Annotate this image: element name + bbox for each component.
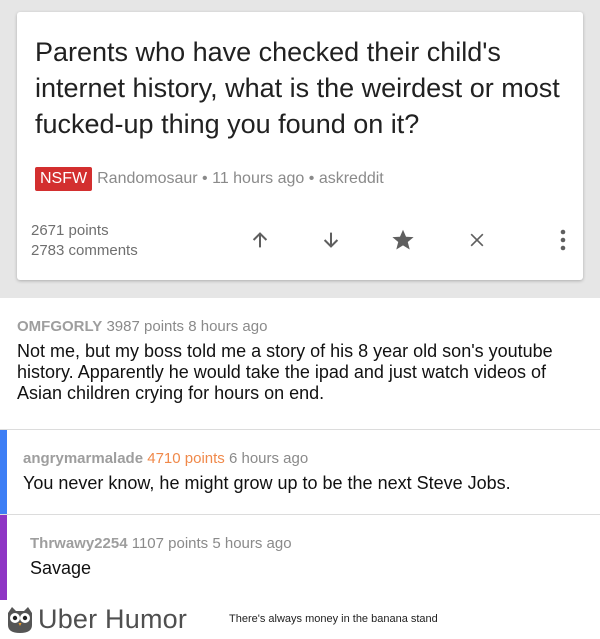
comment-list: OMFGORLY 3987 points 8 hours ago Not me,…: [0, 298, 600, 600]
points-count: 2671 points: [31, 222, 109, 239]
comment-time: 8 hours ago: [188, 318, 268, 335]
comment-author[interactable]: Thrwawy2254: [30, 535, 128, 552]
comment-author[interactable]: OMFGORLY: [17, 318, 102, 335]
comment-body: You never know, he might grow up to be t…: [23, 473, 511, 493]
comment-points: 1107 points: [131, 535, 209, 552]
comment-body: Savage: [30, 558, 92, 578]
comment-time: 5 hours ago: [212, 535, 292, 552]
comment-body: Not me, but my boss told me a story of h…: [17, 341, 553, 403]
comment-header: angrymarmalade 4710 points 6 hours ago: [23, 450, 580, 467]
upvote-button[interactable]: [245, 226, 275, 254]
post-title[interactable]: Parents who have checked their child's i…: [35, 34, 565, 142]
comment-points: 4710 points: [147, 450, 225, 467]
tagline: There's always money in the banana stand: [229, 613, 438, 625]
downvote-icon: [323, 232, 339, 248]
watermark-footer: Uber Humor There's always money in the b…: [0, 600, 600, 639]
brand-name: Uber Humor: [38, 604, 188, 634]
comment-divider: [0, 429, 600, 430]
comments-count[interactable]: 2783 comments: [31, 241, 138, 261]
downvote-button[interactable]: [316, 226, 346, 254]
post-stats: 2671 points 2783 comments: [31, 221, 138, 261]
comment-divider: [0, 514, 600, 515]
save-button[interactable]: [388, 226, 418, 254]
comment-item[interactable]: Thrwawy2254 1107 points 5 hours ago Sava…: [0, 535, 600, 579]
post-card[interactable]: Parents who have checked their child's i…: [17, 12, 583, 280]
comment-time: 6 hours ago: [228, 450, 309, 467]
post-meta: Randomosaur • 11 hours ago • askreddit: [97, 170, 384, 187]
hide-button[interactable]: [462, 226, 492, 254]
comment-author[interactable]: angrymarmalade: [23, 450, 143, 467]
star-icon: [392, 229, 414, 250]
comment-item[interactable]: OMFGORLY 3987 points 8 hours ago Not me,…: [0, 318, 600, 404]
more-button[interactable]: [548, 226, 578, 254]
more-vert-icon: [560, 229, 566, 251]
close-icon: [470, 233, 484, 247]
comment-header: OMFGORLY 3987 points 8 hours ago: [17, 318, 570, 335]
upvote-icon: [252, 232, 268, 248]
post-actions: [232, 226, 572, 254]
post-meta-row: NSFW Randomosaur • 11 hours ago • askred…: [35, 166, 384, 192]
owl-logo-icon: [8, 607, 32, 633]
comment-header: Thrwawy2254 1107 points 5 hours ago: [30, 535, 580, 552]
nsfw-badge: NSFW: [35, 167, 93, 191]
comment-points: 3987 points: [106, 318, 185, 335]
comment-item[interactable]: angrymarmalade 4710 points 6 hours ago Y…: [0, 450, 600, 494]
